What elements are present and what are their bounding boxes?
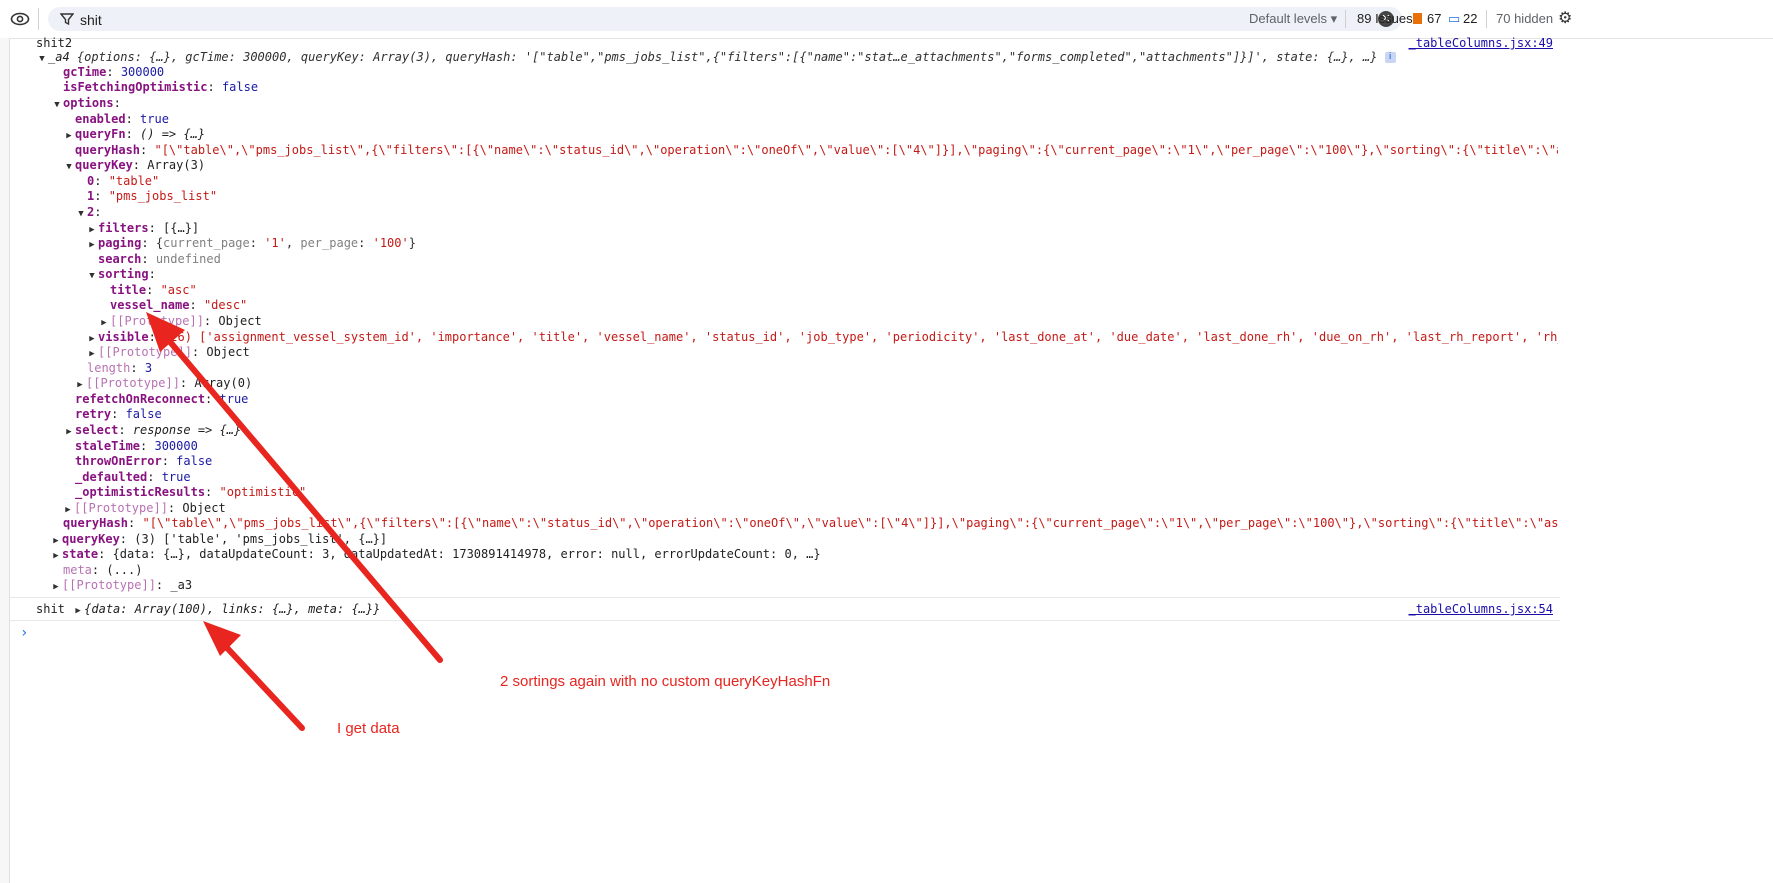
annotation-arrows (146, 312, 443, 731)
annotation-sortings: 2 sortings again with no custom queryKey… (500, 673, 831, 690)
arrow-to-data (203, 621, 305, 731)
arrow-to-vessel-name (146, 312, 443, 663)
annotation-data: I get data (337, 720, 400, 737)
